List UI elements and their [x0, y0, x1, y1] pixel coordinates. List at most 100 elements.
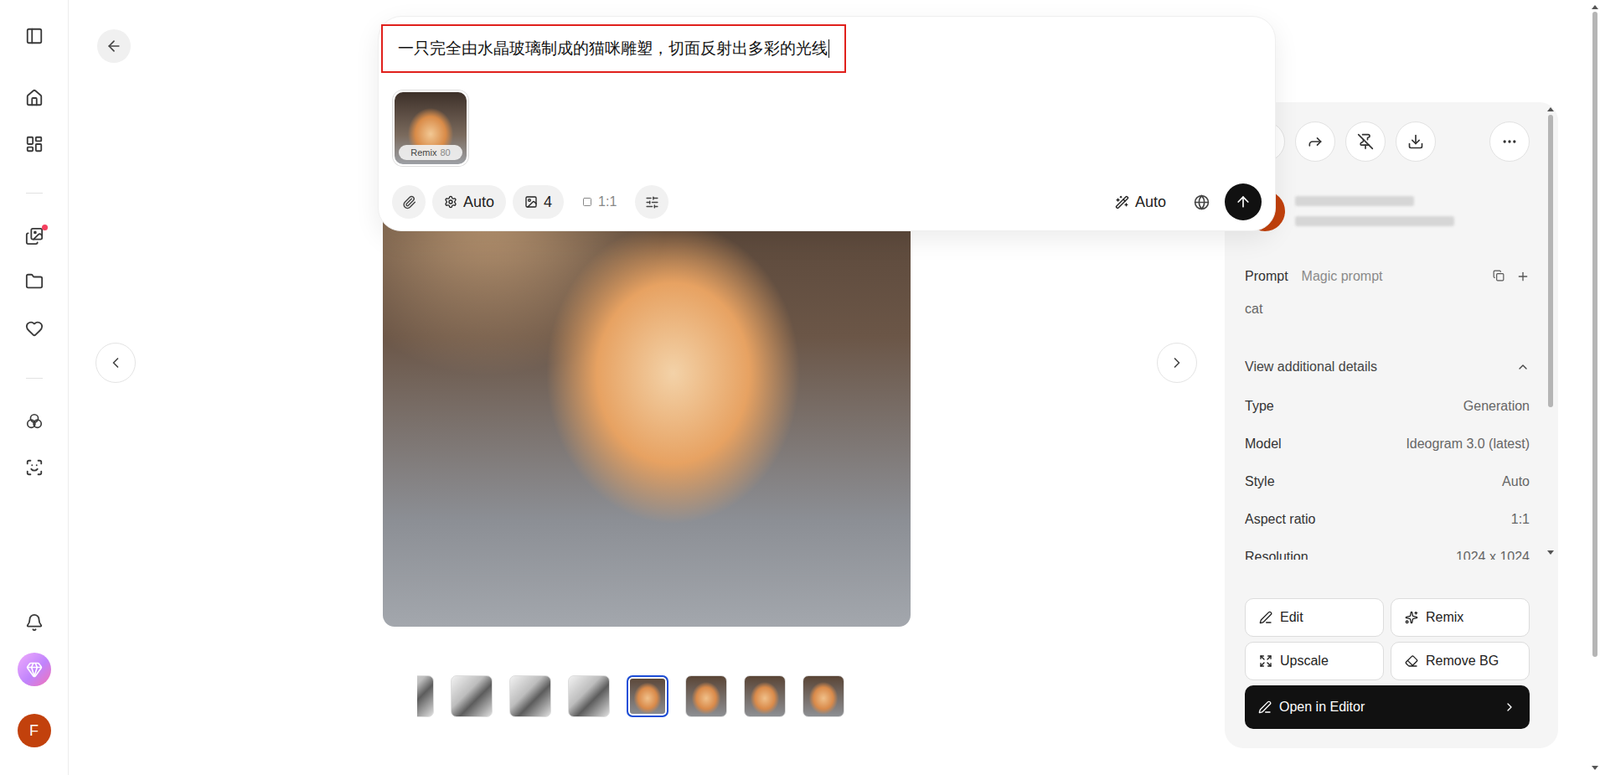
app: F Prompt Magic prompt cat View additional de… [0, 0, 1600, 775]
action-icon [1404, 654, 1419, 668]
thumbnail[interactable] [685, 675, 728, 718]
notifications-button[interactable] [17, 605, 52, 640]
square-icon [582, 196, 593, 207]
wand-icon [1114, 195, 1130, 210]
detail-row: StyleAuto [1244, 462, 1530, 501]
heart-icon [25, 319, 44, 338]
prompt-toolbar: Auto41:1Auto [381, 183, 1262, 221]
thumbnail[interactable] [626, 675, 669, 718]
reference-image[interactable]: Remix80 [392, 90, 469, 166]
more-button[interactable] [1489, 121, 1530, 162]
action-button[interactable]: Remove BG [1390, 641, 1530, 681]
magic-prompt-tab[interactable]: Magic prompt [1301, 268, 1384, 284]
images-icon [25, 227, 44, 246]
author-row [1244, 190, 1530, 232]
thumbnail-strip [417, 675, 845, 718]
thumbnail[interactable] [450, 675, 493, 718]
chevron-right-icon [1502, 700, 1517, 714]
thumbnail[interactable] [509, 675, 552, 718]
sidebar: F [0, 0, 69, 775]
arrow-left-icon [105, 37, 123, 55]
layout-icon [25, 134, 44, 154]
unpin-button[interactable] [1345, 121, 1386, 162]
gallery-button[interactable] [17, 219, 52, 253]
detail-row: Aspect ratio1:1 [1244, 500, 1530, 538]
user-avatar[interactable]: F [17, 713, 52, 748]
share-icon [1306, 133, 1324, 150]
action-button[interactable]: Edit [1244, 598, 1384, 637]
detail-row: ModelIdeogram 3.0 (latest) [1244, 424, 1530, 463]
gear-icon [443, 195, 458, 209]
action-grid: EditRemixUpscaleRemove BGOpen in Editor [1244, 598, 1530, 729]
gem-icon [25, 660, 43, 678]
ellipsis-icon [1501, 133, 1518, 150]
face-button[interactable] [17, 450, 52, 485]
next-button[interactable] [1156, 342, 1198, 383]
prompt-panel: 一只完全由水晶玻璃制成的猫咪雕塑，切面反射出多彩的光线Remix80Auto41… [377, 15, 1276, 232]
count-button[interactable]: 4 [512, 185, 564, 219]
visibility-button[interactable] [1184, 185, 1219, 219]
create-button[interactable] [17, 127, 52, 161]
circles-icon [25, 412, 44, 431]
folder-icon [25, 272, 44, 291]
aspect-button[interactable]: 1:1 [570, 185, 629, 219]
likes-button[interactable] [17, 311, 52, 346]
magic-prompt-button[interactable]: Auto [1103, 185, 1178, 219]
thumbnail[interactable] [743, 675, 786, 718]
sidebar-divider [25, 377, 43, 379]
remix-badge: Remix80 [398, 144, 463, 160]
copy-icon[interactable] [1492, 269, 1505, 282]
back-button[interactable] [97, 29, 131, 63]
prompt-text: cat [1244, 297, 1530, 321]
panel-icon [25, 26, 44, 46]
page-scrollbar[interactable] [1589, 0, 1600, 775]
action-icon [1259, 654, 1273, 668]
action-icon [1404, 610, 1419, 625]
scan-face-icon [25, 458, 44, 477]
sidebar-divider [25, 192, 43, 194]
detail-row: TypeGeneration [1244, 387, 1530, 425]
action-icon [1259, 610, 1273, 625]
thumbnail[interactable] [802, 675, 845, 718]
chevron-up-icon [1516, 360, 1530, 374]
details-toggle[interactable]: View additional details [1244, 355, 1530, 379]
attach-button[interactable] [392, 185, 426, 219]
arrow-up-icon [1234, 193, 1252, 211]
plus-icon[interactable] [1516, 269, 1530, 284]
share-button[interactable] [1295, 121, 1336, 162]
prompt-input[interactable]: 一只完全由水晶玻璃制成的猫咪雕塑，切面反射出多彩的光线 [381, 24, 847, 73]
bell-icon [25, 613, 44, 632]
folders-button[interactable] [17, 264, 52, 299]
blend-button[interactable] [17, 404, 52, 439]
home-button[interactable] [17, 81, 52, 115]
paperclip-icon [402, 195, 417, 210]
style-button[interactable]: Auto [432, 185, 506, 219]
settings-button[interactable] [634, 185, 669, 219]
submit-button[interactable] [1224, 183, 1262, 221]
upgrade-button[interactable] [17, 652, 52, 687]
thumbnail[interactable] [417, 675, 434, 718]
chevron-right-icon [1168, 354, 1186, 372]
globe-icon [1193, 194, 1210, 211]
action-button[interactable]: Remix [1390, 598, 1530, 637]
panel-scrollbar[interactable] [1546, 107, 1555, 555]
thumbnail[interactable] [567, 675, 610, 718]
download-icon [1407, 133, 1425, 150]
details-scroll: Prompt Magic prompt cat View additional det… [1244, 247, 1530, 560]
home-icon [25, 88, 44, 108]
download-button[interactable] [1395, 121, 1436, 162]
pin-off-icon [1357, 133, 1374, 150]
notification-dot [41, 224, 48, 231]
image-icon [524, 195, 538, 209]
blurred-name [1295, 196, 1415, 207]
open-editor-button[interactable]: Open in Editor [1244, 685, 1530, 729]
toggle-sidebar-button[interactable] [17, 19, 52, 53]
detail-row: Resolution1024 x 1024 [1244, 537, 1530, 560]
blurred-handle [1295, 216, 1455, 227]
prompt-label: Prompt [1244, 268, 1289, 284]
sliders-icon [645, 195, 660, 210]
previous-button[interactable] [95, 342, 136, 383]
detail-list: TypeGenerationModelIdeogram 3.0 (latest)… [1244, 387, 1530, 560]
edit-icon [1258, 700, 1272, 714]
action-button[interactable]: Upscale [1244, 641, 1384, 681]
